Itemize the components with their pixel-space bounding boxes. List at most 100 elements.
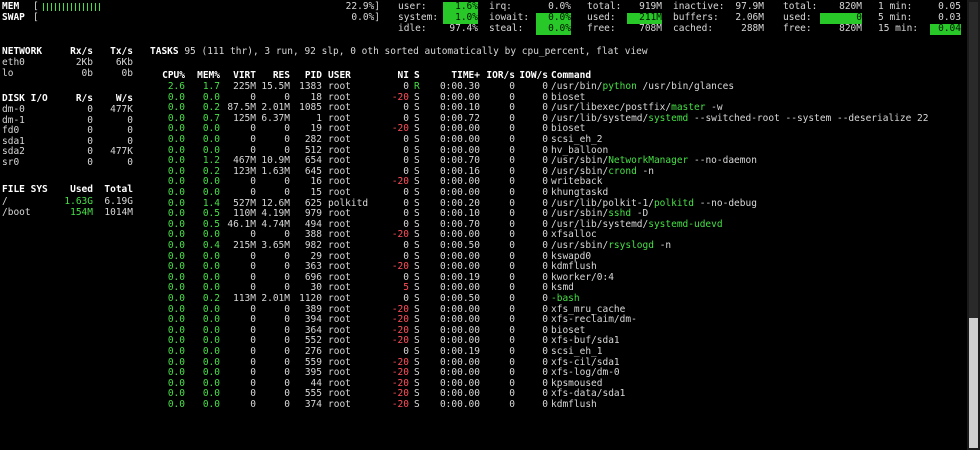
proc-pid: 282 (304, 134, 322, 145)
command-path: kpsmoused (551, 377, 603, 389)
command-args: --switched-root --system --deserialize 2… (688, 112, 929, 124)
cpu-steal-value: 0.0% (536, 23, 571, 35)
col-virt[interactable]: VIRT (223, 70, 256, 82)
network-row-tx: 0b (121, 67, 133, 79)
proc-virt: 0 (250, 187, 256, 198)
col-ior[interactable]: IOR/s (482, 70, 515, 82)
proc-user: root (328, 240, 351, 251)
col-mem[interactable]: MEM% (190, 70, 220, 82)
swap-free-value: 820M (839, 23, 862, 34)
command-path: xfs-data/sda1 (551, 388, 626, 400)
command-name: python (602, 81, 637, 92)
command-name: rsyslogd (608, 240, 654, 251)
proc-ior: 0 (509, 187, 515, 198)
swap-percent: 0.0%] (351, 12, 380, 23)
col-pid[interactable]: PID (292, 70, 322, 82)
proc-mem: 0.4 (202, 240, 220, 251)
proc-ni: 0 (403, 293, 409, 304)
col-status[interactable]: S (414, 70, 420, 82)
mem-buffers-label: buffers: (673, 12, 719, 23)
proc-ni: -20 (391, 399, 409, 410)
proc-command: /usr/lib/systemd/systemd --switched-root… (551, 112, 929, 125)
cpu-idle-value: 97.4% (449, 23, 478, 34)
proc-pid: 374 (304, 399, 322, 410)
proc-res: 0 (284, 134, 290, 145)
proc-pid: 1383 (299, 81, 322, 92)
cpu-idle-label: idle: (398, 23, 427, 34)
mem-cached-value: 288M (741, 23, 764, 34)
proc-mem: 1.7 (202, 81, 220, 92)
proc-iow: 0 (542, 134, 548, 145)
proc-cpu: 0.0 (167, 134, 185, 145)
command-path: /usr/sbin/ (551, 240, 609, 251)
disk-row-name: sr0 (2, 157, 20, 168)
cpu-system-label: system: (398, 12, 439, 23)
network-row-name: eth0 (2, 57, 25, 68)
command-name: polkitd (653, 197, 694, 209)
col-res[interactable]: RES (258, 70, 290, 82)
col-time[interactable]: TIME+ (437, 70, 480, 82)
command-path: writeback (551, 176, 603, 188)
proc-ni: 0 (403, 346, 409, 357)
command-name: NetworkManager (608, 155, 689, 167)
proc-ior: 0 (509, 81, 515, 92)
vertical-scrollbar[interactable] (967, 0, 980, 450)
command-path: kworker/0:4 (551, 271, 614, 283)
cpu-user-value: 1.6% (443, 1, 478, 13)
proc-status: S (414, 293, 420, 304)
mem-free-value: 708M (639, 23, 662, 34)
mem-buffers-value: 2.06M (735, 12, 764, 23)
col-iow[interactable]: IOW/s (516, 70, 548, 82)
proc-iow: 0 (542, 187, 548, 198)
fs-total-header: Total (104, 184, 133, 195)
command-path: /usr/lib/systemd/ (551, 112, 649, 124)
proc-cpu: 0.0 (167, 240, 185, 251)
proc-mem: 0.0 (202, 399, 220, 410)
command-name: master (671, 102, 706, 114)
mem-usage-bar (43, 3, 100, 11)
mem-total-value: 919M (639, 1, 662, 12)
disk-w-header: W/s (115, 93, 133, 104)
mem-inactive-label: inactive: (673, 1, 725, 12)
command-name: -bash (551, 293, 580, 304)
swap-total-value: 820M (839, 1, 862, 12)
command-name: systemd (648, 112, 689, 124)
col-command[interactable]: Command (551, 70, 591, 82)
proc-iow: 0 (542, 81, 548, 92)
proc-res: 15.5M (261, 81, 290, 92)
command-path: khungtaskd (551, 187, 609, 198)
scrollbar-thumb[interactable] (969, 318, 978, 448)
command-path: xfs-reclaim/dm- (551, 314, 637, 326)
proc-ior: 0 (509, 399, 515, 410)
proc-time: 0:00.19 (439, 346, 480, 357)
proc-ior: 0 (509, 293, 515, 304)
proc-pid: 15 (310, 187, 322, 198)
command-args: --no-daemon (688, 155, 757, 167)
command-path: hv_balloon (551, 144, 609, 156)
proc-time: 0:00.50 (439, 240, 480, 251)
command-path: kdmflush (551, 399, 597, 410)
fs-row-used: 154M (70, 206, 93, 218)
command-path: bioset (551, 324, 586, 336)
proc-pid: 276 (304, 346, 322, 357)
proc-iow: 0 (542, 346, 548, 357)
col-ni[interactable]: NI (390, 70, 409, 82)
command-args: -D (631, 208, 649, 220)
mem-label: MEM (2, 1, 20, 12)
command-args: --no-debug (694, 197, 757, 209)
cpu-iowait-label: iowait: (489, 12, 530, 23)
load-1min-value: 0.05 (938, 1, 961, 12)
proc-user: root (328, 399, 351, 410)
proc-user: root (328, 346, 351, 357)
mem-used-label: used: (587, 12, 616, 23)
proc-status: S (414, 187, 420, 198)
col-cpu[interactable]: CPU% (150, 70, 185, 82)
command-path: kswapd0 (551, 250, 592, 262)
proc-iow: 0 (542, 293, 548, 304)
proc-cpu: 0.0 (167, 399, 185, 410)
col-user[interactable]: USER (328, 70, 351, 82)
network-row-tx: 6Kb (115, 57, 133, 68)
proc-time: 0:00.00 (439, 399, 480, 410)
load-5min-label: 5 min: (878, 12, 913, 23)
proc-status: S (414, 346, 420, 357)
